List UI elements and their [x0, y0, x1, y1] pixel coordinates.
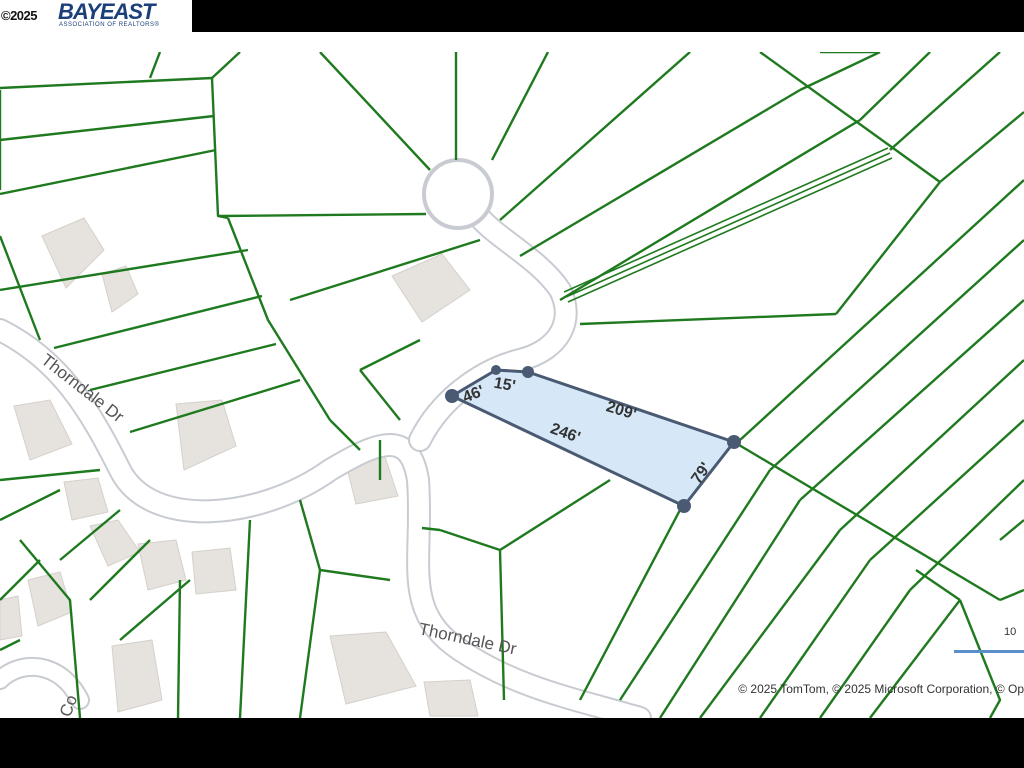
parcel-map-canvas: 46' 15' 209' 246' 79' Thorndale Dr Thorn…: [0, 52, 1024, 718]
top-black-bar: ©2025 BAYEAST ASSOCIATION OF REALTORS®: [0, 0, 1024, 32]
parcel-map[interactable]: 46' 15' 209' 246' 79' Thorndale Dr Thorn…: [0, 52, 1024, 718]
easement-lines: [563, 147, 893, 303]
bottom-black-bar: [0, 718, 1024, 768]
listing-photo-frame: ©2025 BAYEAST ASSOCIATION OF REALTORS® 4…: [0, 0, 1024, 768]
scale-bar: [954, 650, 1024, 653]
scale-label: 10: [1004, 626, 1017, 638]
watermark-logo: ©2025 BAYEAST ASSOCIATION OF REALTORS®: [0, 0, 192, 32]
map-top-margin: [0, 32, 1024, 52]
copyright-year: ©2025: [1, 8, 38, 23]
map-attribution[interactable]: © 2025 TomTom, © 2025 Microsoft Corporat…: [738, 682, 1024, 696]
brand-subtitle: ASSOCIATION OF REALTORS®: [59, 22, 160, 28]
